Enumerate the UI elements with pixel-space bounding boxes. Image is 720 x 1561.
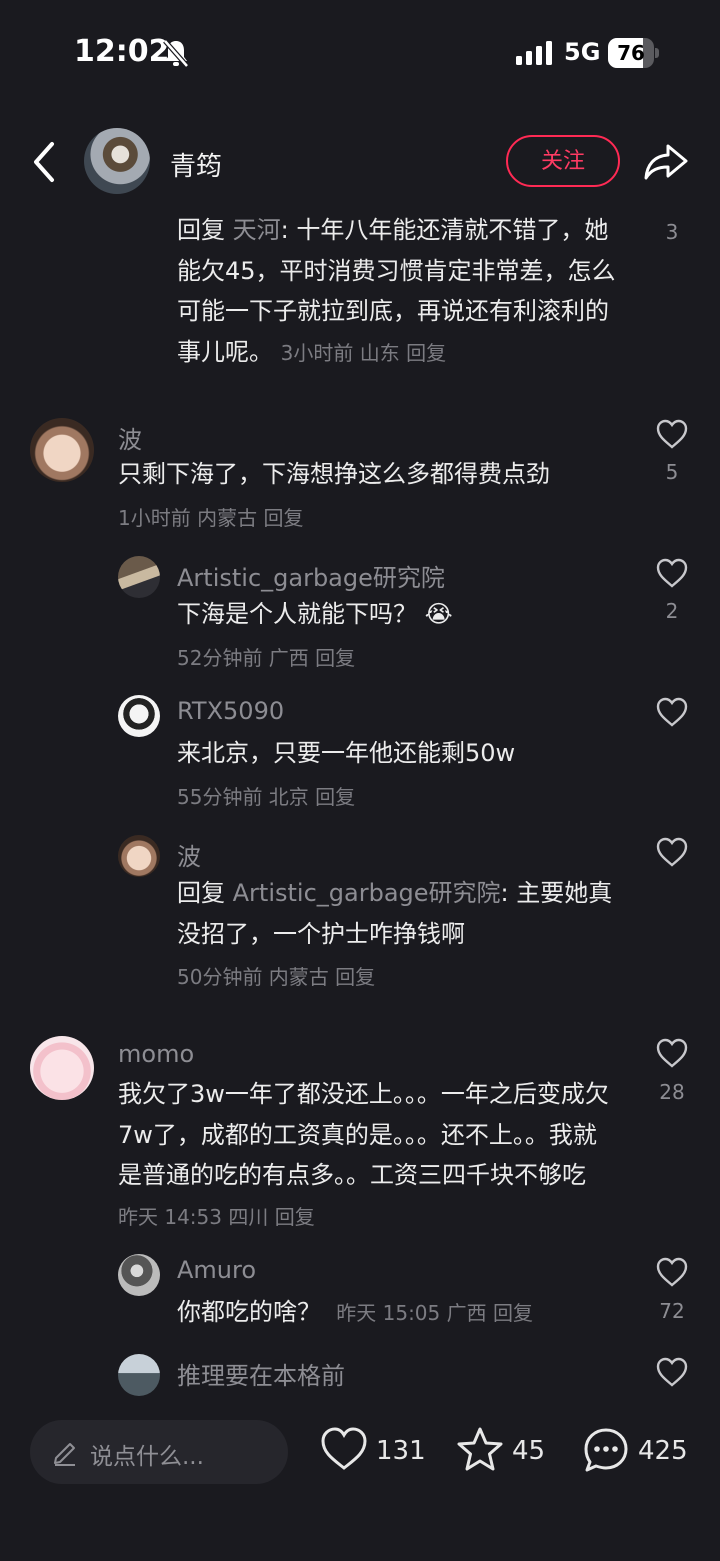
comment-reply: 波 回复 Artistic_garbage研究院: 主要她真没招了，一个护士咋挣…: [0, 835, 720, 995]
status-bar: 12:02 5G 76: [0, 0, 720, 105]
comment-total: 425: [638, 1436, 688, 1466]
avatar[interactable]: [30, 418, 94, 482]
share-icon[interactable]: [642, 140, 690, 184]
comment-reply: Amuro 你都吃的啥？ 昨天 15:05 广西 回复: [0, 1254, 720, 1344]
username[interactable]: Amuro: [177, 1256, 256, 1284]
comment-text[interactable]: 回复 天河: 十年八年能还清就不错了，她能欠45，平时消费习惯肯定非常差，怎么可…: [177, 210, 617, 373]
comment-meta[interactable]: 50分钟前 内蒙古 回复: [177, 961, 375, 990]
comment-item: 波 只剩下海了，下海想挣这么多都得费点劲 1小时前 内蒙古 回复: [0, 416, 720, 536]
avatar[interactable]: [30, 1036, 94, 1100]
like-button[interactable]: 131: [320, 1426, 426, 1478]
comment-meta[interactable]: 52分钟前 广西 回复: [177, 642, 355, 671]
username[interactable]: 推理要在本格前: [177, 1356, 345, 1391]
favorite-total: 45: [512, 1436, 546, 1466]
comment-text[interactable]: 只剩下海了，下海想挣这么多都得费点劲: [118, 454, 618, 495]
status-time: 12:02: [74, 34, 170, 69]
comment-meta: 昨天 15:05 广西 回复: [336, 1301, 533, 1325]
comment-text[interactable]: 你都吃的啥？ 昨天 15:05 广西 回复: [177, 1292, 617, 1334]
mute-bell-icon: [163, 39, 189, 68]
like-count: 72: [659, 1299, 685, 1323]
avatar[interactable]: [118, 1354, 160, 1396]
like-count: 3: [665, 220, 679, 244]
avatar[interactable]: [118, 556, 160, 598]
comment-button[interactable]: 425: [582, 1426, 702, 1478]
comment-list: 回复 天河: 十年八年能还清就不错了，她能欠45，平时消费习惯肯定非常差，怎么可…: [0, 204, 720, 1400]
comment-meta[interactable]: 55分钟前 北京 回复: [177, 781, 355, 810]
heart-icon[interactable]: [655, 1356, 689, 1388]
heart-icon[interactable]: [655, 557, 689, 589]
follow-button[interactable]: 关注: [506, 135, 620, 187]
post-header: 青筠 关注: [0, 120, 720, 204]
username[interactable]: 波: [118, 420, 142, 455]
comment-text[interactable]: 下海是个人就能下吗？ 😭: [177, 594, 617, 635]
heart-icon[interactable]: [655, 1256, 689, 1288]
comment-reply: 推理要在本格前: [0, 1354, 720, 1400]
like-count: 2: [665, 599, 679, 623]
comment-bubble-icon: [584, 1428, 628, 1472]
heart-icon[interactable]: [655, 696, 689, 728]
heart-icon[interactable]: [655, 1037, 689, 1069]
username[interactable]: Artistic_garbage研究院: [177, 558, 445, 593]
like-count: 5: [665, 460, 679, 484]
avatar[interactable]: [118, 1254, 160, 1296]
reply-target: Artistic_garbage研究院: [232, 879, 501, 907]
like-count: 28: [659, 1080, 685, 1104]
comment-text[interactable]: 我欠了3w一年了都没还上。。。一年之后变成欠7w了，成都的工资真的是。。。还不上…: [118, 1074, 618, 1237]
comment-meta: 昨天 14:53 四川 回复: [118, 1204, 315, 1229]
comment-input-placeholder: 说点什么...: [90, 1444, 204, 1470]
heart-icon[interactable]: [655, 418, 689, 450]
battery-indicator: 76: [608, 38, 659, 68]
author-name[interactable]: 青筠: [170, 146, 222, 183]
comment-meta: 3小时前 山东 回复: [280, 340, 447, 365]
comment-text[interactable]: 来北京，只要一年他还能剩50w: [177, 733, 617, 774]
signal-icon: [516, 41, 552, 65]
avatar[interactable]: [118, 835, 160, 877]
like-total: 131: [376, 1436, 426, 1466]
network-type: 5G: [564, 38, 601, 66]
comment-reply: RTX5090 来北京，只要一年他还能剩50w 55分钟前 北京 回复: [0, 695, 720, 815]
author-avatar[interactable]: [84, 128, 150, 194]
crying-emoji-icon: 😭: [424, 600, 453, 628]
username[interactable]: RTX5090: [177, 697, 284, 725]
heart-icon: [321, 1427, 367, 1470]
favorite-button[interactable]: 45: [456, 1426, 556, 1478]
comment-item: momo 我欠了3w一年了都没还上。。。一年之后变成欠7w了，成都的工资真的是。…: [0, 1036, 720, 1236]
star-icon: [457, 1427, 503, 1471]
comment-text[interactable]: 回复 Artistic_garbage研究院: 主要她真没招了，一个护士咋挣钱啊: [177, 873, 617, 954]
back-icon[interactable]: [28, 140, 60, 184]
bottom-action-bar: 说点什么... 131 45 425: [0, 1400, 720, 1561]
pencil-icon: [54, 1443, 75, 1466]
comment-reply: 回复 天河: 十年八年能还清就不错了，她能欠45，平时消费习惯肯定非常差，怎么可…: [0, 204, 720, 384]
avatar[interactable]: [118, 695, 160, 737]
battery-level: 76: [617, 41, 645, 65]
comment-input[interactable]: 说点什么...: [30, 1420, 288, 1484]
reply-target: 天河: [232, 216, 281, 244]
username[interactable]: momo: [118, 1040, 194, 1068]
heart-icon[interactable]: [655, 836, 689, 868]
username[interactable]: 波: [177, 837, 201, 872]
comment-meta[interactable]: 1小时前 内蒙古 回复: [118, 502, 303, 531]
comment-reply: Artistic_garbage研究院 下海是个人就能下吗？ 😭 52分钟前 广…: [0, 556, 720, 676]
